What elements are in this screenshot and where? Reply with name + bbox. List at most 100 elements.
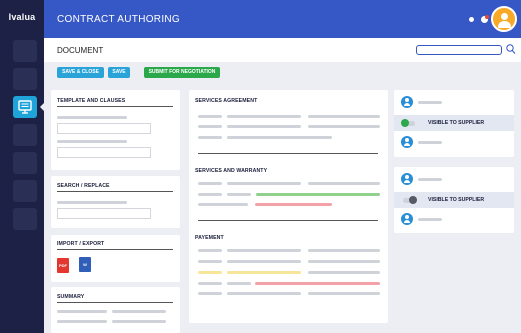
text-line xyxy=(198,182,222,185)
highlight-removed[interactable] xyxy=(255,282,380,285)
divider xyxy=(57,302,173,303)
user-name-line xyxy=(418,101,442,104)
placeholder-line xyxy=(112,320,166,323)
visible-to-supplier-toggle[interactable] xyxy=(403,196,417,204)
document-label: DOCUMENT xyxy=(57,46,104,55)
text-line xyxy=(227,125,301,128)
user-name-line xyxy=(418,141,442,144)
user-icon xyxy=(401,213,413,225)
user-icon xyxy=(401,136,413,148)
text-line xyxy=(198,136,222,139)
text-line xyxy=(198,193,222,196)
nav-item-7[interactable] xyxy=(13,208,37,230)
highlight-comment[interactable] xyxy=(198,271,222,274)
status-dot-icon[interactable] xyxy=(469,17,474,22)
search-replace-field[interactable] xyxy=(57,208,151,219)
panel-title: TEMPLATE AND CLAUSES xyxy=(57,98,126,104)
divider xyxy=(57,191,173,192)
user-avatar[interactable] xyxy=(491,6,517,32)
text-line xyxy=(308,125,380,128)
panel-title: IMPORT / EXPORT xyxy=(57,241,105,247)
user-name-line xyxy=(418,178,442,181)
search-replace-panel: SEARCH / REPLACE xyxy=(51,176,180,228)
document-editor-panel[interactable]: SERVICES AGREEMENT SERVICES AND WARRANTY… xyxy=(189,90,388,323)
text-line xyxy=(308,115,380,118)
text-line xyxy=(198,125,222,128)
page-title: CONTRACT AUTHORING xyxy=(57,14,180,25)
highlight-comment[interactable] xyxy=(227,271,301,274)
toggle-knob xyxy=(409,196,417,204)
text-line xyxy=(227,260,301,263)
search-icon[interactable] xyxy=(506,43,516,55)
text-line xyxy=(308,292,380,295)
nav-item-4[interactable] xyxy=(13,124,37,146)
save-close-button[interactable]: SAVE & CLOSE xyxy=(57,67,104,78)
avatar-head xyxy=(501,13,508,20)
text-line xyxy=(227,115,301,118)
text-line xyxy=(198,292,222,295)
placeholder-line xyxy=(112,310,166,313)
supplier-card-2: VISIBLE TO SUPPLIER xyxy=(394,167,514,233)
text-line xyxy=(198,203,248,206)
text-line xyxy=(308,260,380,263)
word-file-icon[interactable]: W xyxy=(79,257,91,272)
text-line xyxy=(227,292,301,295)
toggle-knob xyxy=(401,119,409,127)
user-icon xyxy=(401,173,413,185)
text-line xyxy=(227,193,251,196)
notification-icon[interactable] xyxy=(481,15,489,23)
section-divider xyxy=(198,220,378,221)
search-input[interactable] xyxy=(416,45,502,55)
text-line xyxy=(227,249,301,252)
text-line xyxy=(308,271,380,274)
nav-item-documents[interactable] xyxy=(13,96,37,118)
active-nav-pointer xyxy=(40,103,44,111)
text-line xyxy=(308,249,380,252)
submit-negotiation-button[interactable]: SUBMIT FOR NEGOTIATION xyxy=(144,67,220,78)
supplier-card-1: VISIBLE TO SUPPLIER xyxy=(394,90,514,157)
logo: Ivalua xyxy=(8,12,36,22)
text-line xyxy=(198,115,222,118)
app-root: Ivalua CONTRACT AUTHORING DOCUMENT SAVE … xyxy=(0,0,521,333)
clause-field[interactable] xyxy=(57,147,151,158)
visible-to-supplier-label: VISIBLE TO SUPPLIER xyxy=(428,197,485,203)
placeholder-line xyxy=(57,116,127,119)
top-header: CONTRACT AUTHORING xyxy=(44,0,521,38)
text-line xyxy=(198,260,222,263)
highlight-added[interactable] xyxy=(256,193,380,196)
nav-item-6[interactable] xyxy=(13,180,37,202)
placeholder-line xyxy=(57,140,127,143)
nav-item-2[interactable] xyxy=(13,68,37,90)
text-line xyxy=(227,282,251,285)
nav-item-5[interactable] xyxy=(13,152,37,174)
text-line xyxy=(198,282,222,285)
nav-item-1[interactable] xyxy=(13,40,37,62)
summary-panel: SUMMARY xyxy=(51,287,180,333)
text-line xyxy=(227,182,301,185)
highlight-removed[interactable] xyxy=(255,203,332,206)
user-icon xyxy=(401,96,413,108)
section-title-payement: PAYEMENT xyxy=(195,235,224,241)
section-title-services-agreement: SERVICES AGREEMENT xyxy=(195,98,258,104)
divider xyxy=(57,106,173,107)
divider xyxy=(57,249,173,250)
placeholder-line xyxy=(57,320,107,323)
import-export-panel: IMPORT / EXPORT PDF W xyxy=(51,235,180,282)
save-button[interactable]: SAVE xyxy=(108,67,130,78)
text-line xyxy=(227,136,332,139)
pdf-file-icon[interactable]: PDF xyxy=(57,258,69,273)
visible-to-supplier-toggle[interactable] xyxy=(401,119,415,127)
user-name-line xyxy=(418,218,442,221)
section-title-services-warranty: SERVICES AND WARRANTY xyxy=(195,168,268,174)
text-line xyxy=(198,249,222,252)
visibility-row: VISIBLE TO SUPPLIER xyxy=(394,115,514,131)
left-nav-rail: Ivalua xyxy=(0,0,44,333)
document-bar: DOCUMENT xyxy=(44,38,521,62)
monitor-icon xyxy=(18,100,32,114)
template-field[interactable] xyxy=(57,123,151,134)
section-divider xyxy=(198,153,378,154)
placeholder-line xyxy=(57,201,127,204)
panel-title: SUMMARY xyxy=(57,294,85,300)
visible-to-supplier-label: VISIBLE TO SUPPLIER xyxy=(428,120,485,126)
panel-title: SEARCH / REPLACE xyxy=(57,183,110,189)
